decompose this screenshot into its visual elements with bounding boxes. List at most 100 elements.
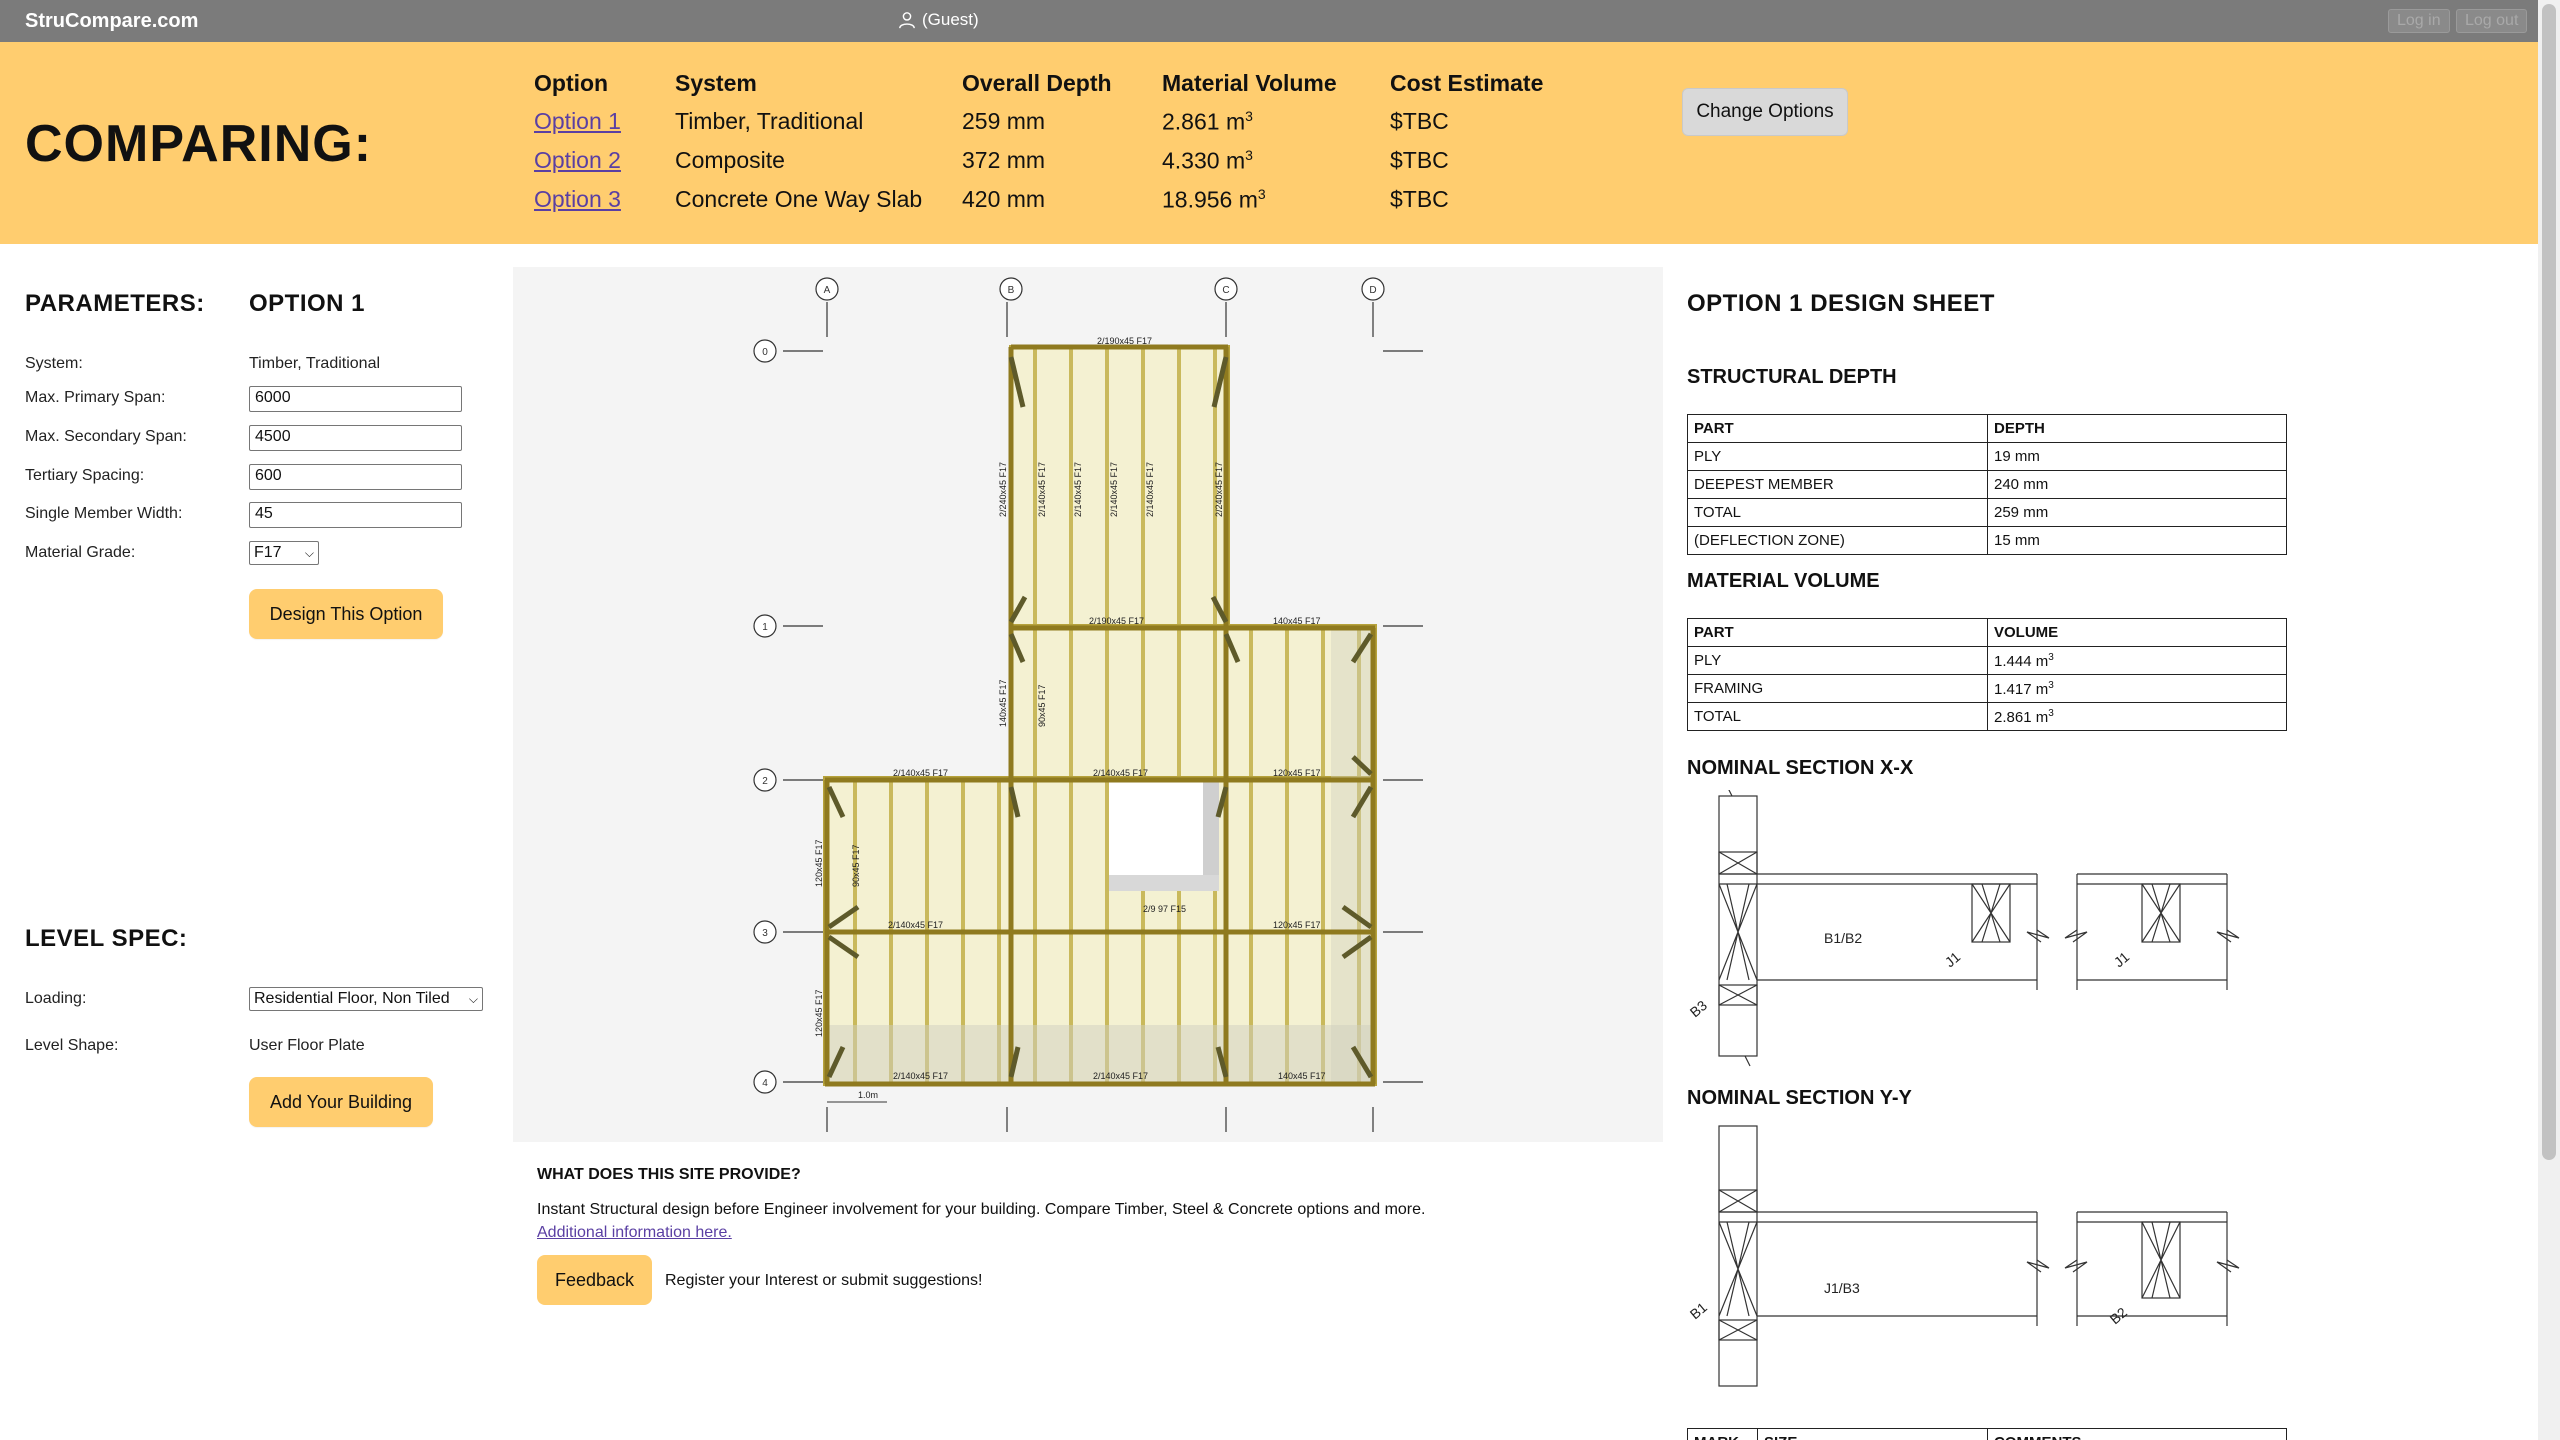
beam-label: 2/140x45 F17 [888, 920, 943, 930]
material-grade-value: F17 [254, 544, 282, 561]
section-label: B2 [2107, 1304, 2131, 1327]
section-label: J1/B3 [1824, 1280, 1860, 1296]
table-header-row: MARKSIZECOMMENTS [1687, 1428, 2287, 1440]
beam-label: 2/190x45 F17 [1097, 336, 1152, 346]
structural-depth-title: STRUCTURAL DEPTH [1687, 366, 1897, 388]
option-2-volume: 4.330 m3 [1162, 147, 1253, 174]
col-header-option: Option [534, 70, 609, 96]
section-yy-title: NOMINAL SECTION Y-Y [1687, 1087, 1912, 1109]
section-xx-title: NOMINAL SECTION X-X [1687, 757, 1914, 779]
svg-text:D: D [1369, 285, 1376, 296]
table-header-row: PART VOLUME [1687, 618, 2287, 647]
table-row: (DEFLECTION ZONE) 15 mm [1687, 526, 2287, 555]
option-1-system: Timber, Traditional [675, 108, 864, 134]
option-title: OPTION 1 [249, 290, 366, 317]
section-label: B1 [1687, 1299, 1710, 1322]
level-shape-label: Level Shape: [25, 1037, 119, 1054]
chevron-down-icon: ⌵ [468, 991, 478, 1006]
tertiary-spacing-input[interactable]: 600 [249, 464, 462, 490]
table-row: TOTAL 2.861 m3 [1687, 702, 2287, 731]
option-3-depth: 420 mm [962, 186, 1046, 212]
col-header-depth: Overall Depth [962, 70, 1112, 96]
option-1-volume: 2.861 m3 [1162, 108, 1253, 135]
parameters-title: PARAMETERS: [25, 290, 205, 317]
add-building-button[interactable]: Add Your Building [249, 1077, 433, 1127]
loading-select[interactable]: Residential Floor, Non Tiled ⌵ [249, 987, 483, 1011]
floor-plate [823, 345, 1377, 1086]
beam-label: 2/140x45 F17 [893, 1071, 948, 1081]
additional-info-link[interactable]: Additional information here. [537, 1224, 732, 1242]
table-row: TOTAL 259 mm [1687, 498, 2287, 527]
material-volume-table: PART VOLUME PLY 1.444 m3 FRAMING 1.417 m3 T… [1687, 618, 2287, 731]
beam-label: 2/140x45 F17 [1093, 768, 1148, 778]
table-row: PLY 19 mm [1687, 442, 2287, 471]
system-label: System: [25, 355, 83, 372]
option-3-link[interactable]: Option 3 [534, 186, 621, 213]
col-header-system: System [675, 70, 757, 96]
chevron-down-icon: ⌵ [304, 545, 314, 560]
option-2-link[interactable]: Option 2 [534, 147, 621, 174]
feedback-text: Register your Interest or submit suggest… [665, 1272, 983, 1289]
section-label: B1/B2 [1824, 930, 1862, 946]
material-volume-title: MATERIAL VOLUME [1687, 570, 1880, 592]
page-root: { "topbar": { "brand": "StruCompare.com"… [0, 0, 2560, 1440]
section-yy-drawing: J1/B3 B1 B2 [1687, 1125, 2240, 1387]
joist-label: 2/140x45 F17 [1145, 462, 1155, 517]
primary-span-input[interactable]: 6000 [249, 386, 462, 412]
floor-plan-viewer[interactable]: A B C D 0 1 2 3 4 2/190x45 F17 2/190x45 … [513, 267, 1663, 1142]
svg-text:1: 1 [762, 622, 768, 633]
beam-label: 140x45 F17 [1278, 1071, 1326, 1081]
primary-span-label: Max. Primary Span: [25, 389, 166, 406]
info-text: Instant Structural design before Enginee… [537, 1201, 1426, 1218]
svg-text:4: 4 [762, 1078, 768, 1089]
option-2-system: Composite [675, 147, 785, 173]
secondary-span-input[interactable]: 4500 [249, 425, 462, 451]
svg-text:0: 0 [762, 347, 768, 358]
svg-text:2: 2 [762, 776, 768, 787]
member-width-input[interactable]: 45 [249, 502, 462, 528]
framing-plan-drawing[interactable]: A B C D 0 1 2 3 4 2/190x45 F17 2/190x45 … [513, 267, 1663, 1142]
tertiary-spacing-label: Tertiary Spacing: [25, 467, 145, 484]
joist-label: 2/140x45 F17 [1109, 462, 1119, 517]
joist-label: 2/240x45 F17 [998, 462, 1008, 517]
logout-button[interactable]: Log out [2456, 9, 2528, 33]
feedback-button[interactable]: Feedback [537, 1255, 652, 1305]
beam-label: 120x45 F17 [1273, 920, 1321, 930]
material-grade-label: Material Grade: [25, 544, 136, 561]
top-bar: StruCompare.com (Guest) Log in Log out [0, 0, 2538, 42]
structural-depth-table: PART DEPTH PLY 19 mm DEEPEST MEMBER 240 mm … [1687, 414, 2287, 555]
option-2-cost: $TBC [1390, 147, 1449, 173]
section-label: B3 [1687, 997, 1710, 1020]
user-indicator: (Guest) [898, 10, 979, 30]
joist-label: 120x45 F17 [814, 839, 824, 887]
scrollbar-thumb[interactable] [2542, 4, 2556, 1160]
beam-label: 2/140x45 F17 [1093, 1071, 1148, 1081]
scale-label: 1.0m [858, 1090, 878, 1100]
col-header-cost: Cost Estimate [1390, 70, 1544, 96]
joist-label: 140x45 F17 [998, 679, 1008, 727]
beam-label: 140x45 F17 [1273, 616, 1321, 626]
login-button[interactable]: Log in [2388, 9, 2450, 33]
material-grade-select[interactable]: F17 ⌵ [249, 541, 319, 565]
member-width-label: Single Member Width: [25, 505, 183, 522]
col-header-volume: Material Volume [1162, 70, 1337, 96]
change-options-button[interactable]: Change Options [1682, 88, 1848, 136]
info-title: WHAT DOES THIS SITE PROVIDE? [537, 1166, 801, 1183]
beam-label: 120x45 F17 [1273, 768, 1321, 778]
joist-label: 2/240x45 F17 [1214, 462, 1224, 517]
joist-label: 2/140x45 F17 [1037, 462, 1047, 517]
table-row: DEEPEST MEMBER 240 mm [1687, 470, 2287, 499]
svg-text:B: B [1008, 285, 1015, 296]
option-3-cost: $TBC [1390, 186, 1449, 212]
page-scrollbar[interactable] [2538, 0, 2560, 1440]
svg-text:A: A [824, 285, 831, 296]
option-2-depth: 372 mm [962, 147, 1046, 173]
design-option-button[interactable]: Design This Option [249, 589, 443, 639]
option-1-cost: $TBC [1390, 108, 1449, 134]
option-3-system: Concrete One Way Slab [675, 186, 923, 212]
brand-logo-text[interactable]: StruCompare.com [25, 10, 198, 33]
joist-label: 90x45 F17 [1037, 684, 1047, 727]
secondary-span-label: Max. Secondary Span: [25, 428, 187, 445]
svg-text:C: C [1222, 285, 1229, 296]
option-1-link[interactable]: Option 1 [534, 108, 621, 135]
